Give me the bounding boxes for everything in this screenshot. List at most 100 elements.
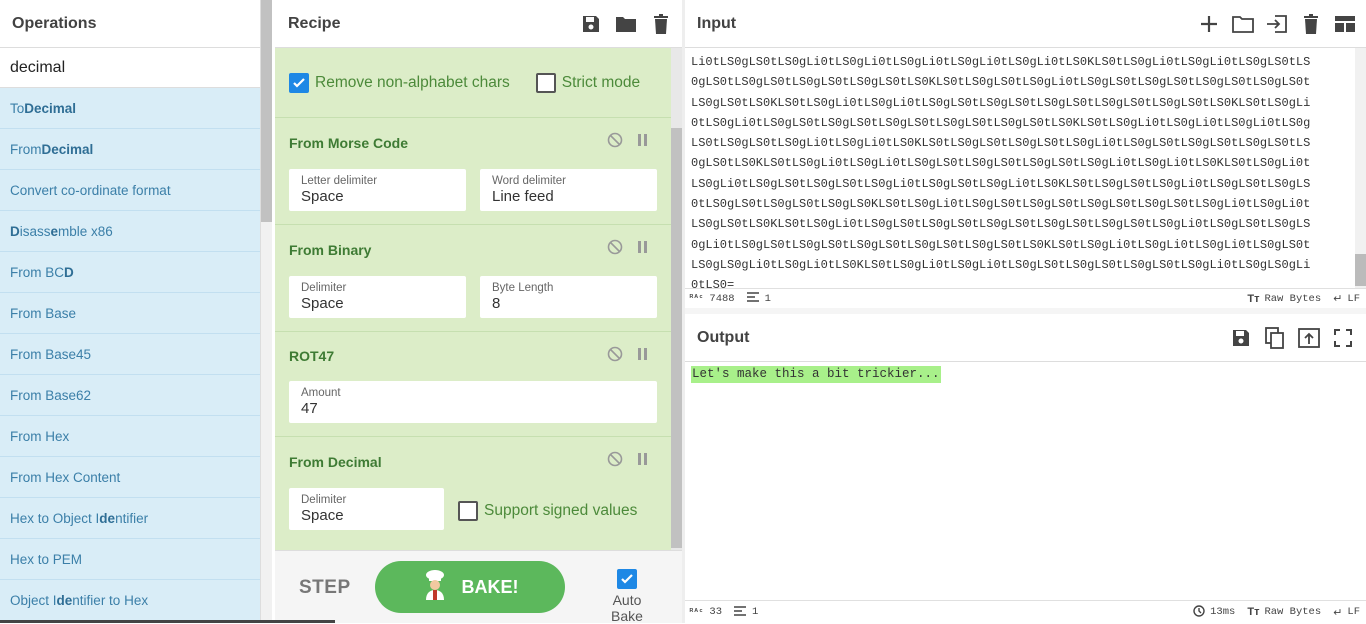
amount-field[interactable]: Amount 47 [289,381,657,423]
delimiter-field[interactable]: Delimiter Space [289,276,466,318]
op-from-morse: From Morse Code Letter delimiter Space W… [275,118,671,225]
operation-item[interactable]: To Decimal [0,88,260,129]
remove-nonalpha-checkbox[interactable] [289,72,309,93]
field-value: Line feed [492,188,554,205]
output-text: Let's make this a bit trickier... [691,366,941,383]
field-label: Letter delimiter [301,175,378,187]
chef-icon [422,569,448,606]
pause-icon[interactable] [637,133,649,152]
output-encoding[interactable]: Tт Raw Bytes [1247,606,1321,618]
field-label: Word delimiter [492,175,566,187]
lines-icon [734,605,747,619]
input-encoding[interactable]: Tт Raw Bytes [1247,293,1321,305]
input-char-count: 7488 [709,292,735,305]
input-line: LS0gLi0tLS0gLS0tLS0gLS0tLS0gLi0tLS0gLS0t… [691,176,1311,191]
operation-item[interactable]: From BC D [0,252,260,293]
char-count-icon: ᴿᴬᶜ [689,294,704,303]
output-char-count: 33 [709,606,723,618]
operation-item[interactable]: From Hex Content [0,457,260,498]
operation-item[interactable]: From Hex [0,416,260,457]
scrollbar-thumb[interactable] [261,0,272,222]
operation-item[interactable]: From Base62 [0,375,260,416]
input-line: 0tLS0= [691,278,735,288]
disable-icon[interactable] [607,346,623,367]
lines-icon [746,292,759,305]
word-delimiter-field[interactable]: Word delimiter Line feed [480,169,657,211]
operations-scrollbar[interactable] [261,0,272,623]
letter-delimiter-field[interactable]: Letter delimiter Space [289,169,466,211]
morse-options-row: Remove non-alphabet chars Strict mode [275,48,671,118]
operations-search-input[interactable]: decimal [0,48,260,88]
output-status-bar: ᴿᴬᶜ 33 1 13ms Tт Raw Bytes ↵ LF [685,600,1366,623]
add-tab-icon[interactable] [1198,13,1220,35]
byte-length-field[interactable]: Byte Length 8 [480,276,657,318]
disable-icon[interactable] [607,132,623,153]
op-name: From Binary [289,242,372,258]
field-value: 47 [301,400,318,417]
operations-header: Operations [0,0,260,48]
bake-bar: STEP BAKE! Auto Bake [275,550,682,624]
operation-item-text: Decimal [41,141,94,157]
char-count-icon: ᴿᴬᶜ [689,607,704,617]
field-label: Byte Length [492,282,554,294]
operation-item[interactable]: Hex to PEM [0,539,260,580]
copy-icon[interactable] [1264,327,1286,349]
operation-item-text: Object I [10,592,57,608]
field-label: Delimiter [301,282,347,294]
operation-item-text: From Hex Content [10,469,121,485]
pause-icon[interactable] [637,347,649,366]
operation-item-text: Hex to PEM [10,551,83,567]
input-encoding-label: Raw Bytes [1264,292,1322,305]
input-line: 0gLS0tLS0gLS0tLS0gLS0tLS0gLS0tLS0KLS0tLS… [691,75,1311,90]
remove-nonalpha-label: Remove non-alphabet chars [315,73,510,91]
operation-item[interactable]: Convert co-ordinate format [0,170,260,211]
input-scrollbar[interactable] [1355,48,1366,288]
bake-button[interactable]: BAKE! [375,561,565,613]
recipe-title: Recipe [288,14,341,32]
output-title: Output [697,328,750,346]
recipe-scrollbar[interactable] [671,48,682,550]
trash-icon[interactable] [1300,13,1322,35]
bake-label: BAKE! [461,576,519,597]
save-icon[interactable] [1230,327,1252,349]
strict-mode-checkbox[interactable] [535,72,556,93]
disable-icon[interactable] [607,239,623,260]
trash-icon[interactable] [650,13,672,35]
operation-item[interactable]: From Base45 [0,334,260,375]
open-file-icon[interactable] [1266,13,1288,35]
save-icon[interactable] [580,13,602,35]
input-eol[interactable]: ↵ LF [1333,292,1360,306]
open-folder-icon[interactable] [1232,13,1254,35]
folder-icon[interactable] [615,13,637,35]
operation-item[interactable]: From Base [0,293,260,334]
output-header: Output [685,314,1366,362]
input-title: Input [697,14,737,32]
auto-bake-checkbox[interactable] [617,569,637,589]
input-line: Li0tLS0gLS0tLS0gLi0tLS0gLi0tLS0gLi0tLS0g… [691,55,1311,69]
pause-icon[interactable] [637,240,649,259]
delimiter-field[interactable]: Delimiter Space [289,488,444,530]
output-eol[interactable]: ↵ LF [1333,606,1360,619]
operation-item-text: To [10,100,25,116]
clock-icon [1193,604,1205,620]
operation-item-text: isass [19,223,51,239]
input-textarea[interactable]: Li0tLS0gLS0tLS0gLi0tLS0gLi0tLS0gLi0tLS0g… [685,48,1355,288]
signed-values-option: Support signed values [458,501,637,521]
replace-input-icon[interactable] [1298,327,1320,349]
scrollbar-thumb[interactable] [1355,254,1366,286]
layout-icon[interactable] [1334,13,1356,35]
disable-icon[interactable] [607,451,623,472]
input-line: 0gLS0tLS0KLS0tLS0gLi0tLS0gLi0tLS0gLS0tLS… [691,156,1311,171]
field-value: Space [301,295,344,312]
operation-item[interactable]: Object Ide ntifier to Hex [0,580,260,621]
signed-values-checkbox[interactable] [458,501,478,521]
input-line: 0tLS0gLi0tLS0gLS0tLS0gLS0tLS0gLS0tLS0gLS… [691,115,1311,130]
operation-item[interactable]: From Decimal [0,129,260,170]
operation-item[interactable]: Hex to Object Ide ntifier [0,498,260,539]
maximise-icon[interactable] [1332,327,1354,349]
pause-icon[interactable] [637,452,649,471]
op-from-decimal: From Decimal Delimiter Space Support sig… [275,437,671,552]
scrollbar-thumb[interactable] [671,128,682,548]
operation-item[interactable]: Disass e mble x86 [0,211,260,252]
step-button[interactable]: STEP [299,577,351,599]
